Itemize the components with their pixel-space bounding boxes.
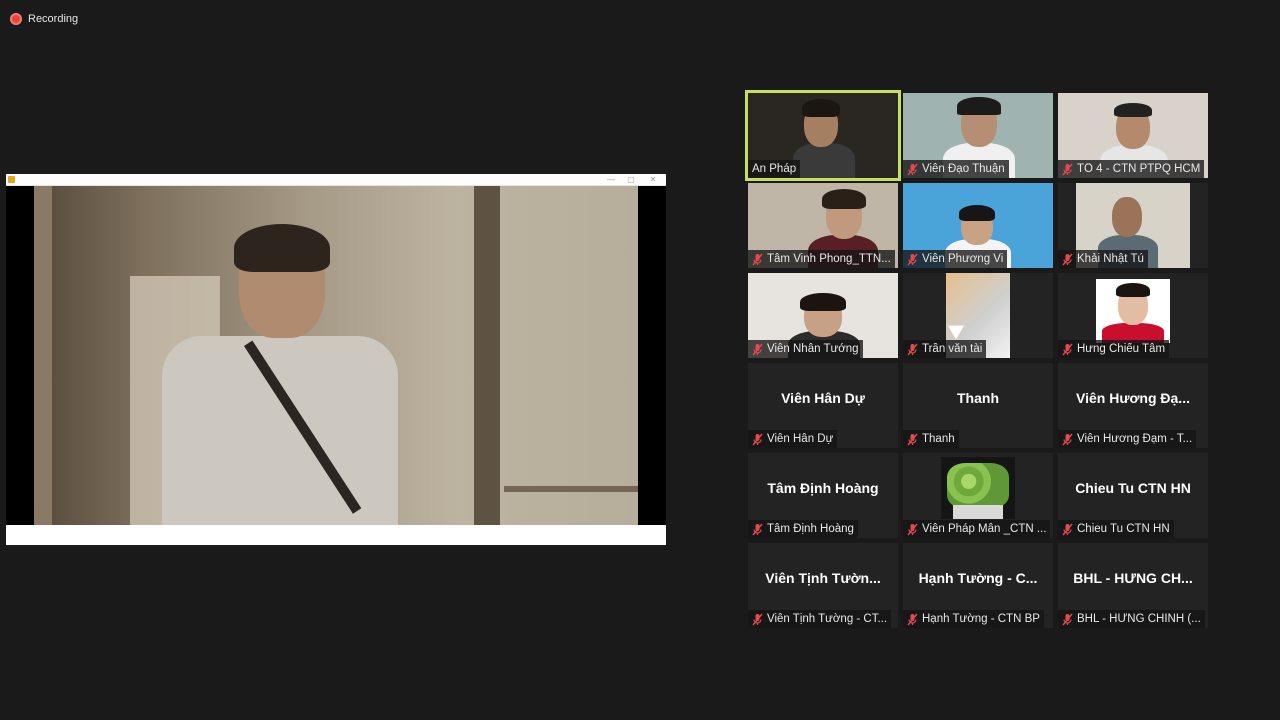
mic-muted-icon: [1062, 523, 1073, 536]
mic-muted-icon: [752, 523, 763, 536]
participant-name: Viên Hương Đạm - T...: [1077, 433, 1193, 445]
participant-name: Tâm Định Hoàng: [767, 523, 854, 535]
participant-name: TỔ 4 - CTN PTPQ HCM: [1077, 163, 1201, 175]
participant-name-label: Chieu Tu CTN HN: [1058, 520, 1174, 538]
shared-screen: — ▢ ✕: [6, 174, 666, 545]
video-frame: [34, 186, 638, 525]
participant-name: Thanh: [922, 433, 955, 445]
participant-name-label: Viên Tịnh Tường - CT...: [748, 610, 892, 628]
mic-muted-icon: [1062, 433, 1073, 446]
mic-muted-icon: [907, 433, 918, 446]
participant-name-label: Viên Hương Đạm - T...: [1058, 430, 1197, 448]
participant-tile[interactable]: Viên Đạo Thuận: [903, 93, 1053, 178]
participant-name: Khải Nhật Tú: [1077, 253, 1144, 265]
participant-tile[interactable]: Thanh Thanh: [903, 363, 1053, 448]
mic-muted-icon: [752, 343, 763, 356]
participant-tile[interactable]: BHL - HƯNG CH... BHL - HƯNG CHÍNH (...: [1058, 543, 1208, 628]
participant-name-label: Ân Pháp: [748, 160, 801, 178]
participant-name: Viên Nhân Tướng: [767, 343, 859, 355]
participant-name-label: Thanh: [903, 430, 959, 448]
participant-name-label: Khải Nhật Tú: [1058, 250, 1148, 268]
minimize-icon: —: [607, 175, 615, 184]
participant-name: Hưng Chiếu Tâm: [1077, 343, 1166, 355]
participant-tile[interactable]: Tâm Vinh Phong_TTN...: [748, 183, 898, 268]
mic-muted-icon: [752, 433, 763, 446]
mic-muted-icon: [1062, 343, 1073, 356]
shared-video[interactable]: [6, 186, 666, 525]
participant-name: Viên Hân Dự: [767, 433, 834, 445]
participant-name-label: Viên Hân Dự: [748, 430, 838, 448]
participant-name-label: BHL - HƯNG CHÍNH (...: [1058, 610, 1205, 628]
participant-name-label: Viên Nhân Tướng: [748, 340, 863, 358]
participant-name-label: Viên Đạo Thuận: [903, 160, 1009, 178]
participant-name-label: Viên Phương Vi: [903, 250, 1008, 268]
participant-name: Trần văn tài: [922, 343, 983, 355]
participant-tile[interactable]: Trần văn tài: [903, 273, 1053, 358]
participant-tile[interactable]: Ân Pháp: [745, 90, 901, 181]
participant-tile[interactable]: TỔ 4 - CTN PTPQ HCM: [1058, 93, 1208, 178]
participant-name-label: Tâm Vinh Phong_TTN...: [748, 250, 895, 268]
participant-display-name: Hạnh Tường - C...: [918, 569, 1038, 586]
participant-name: Hạnh Tường - CTN BP: [922, 613, 1040, 625]
participant-name-label: Tâm Định Hoàng: [748, 520, 858, 538]
participant-name: Chieu Tu CTN HN: [1077, 523, 1170, 535]
mic-muted-icon: [907, 163, 918, 176]
participant-name-label: TỔ 4 - CTN PTPQ HCM: [1058, 160, 1205, 178]
mic-muted-icon: [1062, 163, 1073, 176]
participant-name: Ân Pháp: [752, 163, 797, 175]
participant-display-name: Tâm Định Hoàng: [767, 479, 879, 496]
participant-name: Viên Pháp Mẫn _CTN ...: [922, 523, 1047, 535]
shared-window-bottom: [6, 525, 666, 545]
participant-tile[interactable]: Viên Hân Dự Viên Hân Dự: [748, 363, 898, 448]
mic-muted-icon: [907, 523, 918, 536]
mic-muted-icon: [752, 613, 763, 626]
participant-tile[interactable]: Hưng Chiếu Tâm: [1058, 273, 1208, 358]
participant-display-name: Viên Tịnh Tườn...: [765, 569, 881, 586]
participant-name: Viên Đạo Thuận: [922, 163, 1005, 175]
participant-display-name: Viên Hân Dự: [781, 389, 865, 406]
mic-muted-icon: [907, 613, 918, 626]
participant-name: Viên Tịnh Tường - CT...: [767, 613, 888, 625]
participant-tile[interactable]: Viên Tịnh Tườn... Viên Tịnh Tường - CT...: [748, 543, 898, 628]
participant-name: BHL - HƯNG CHÍNH (...: [1077, 613, 1201, 625]
participant-tile[interactable]: Viên Hương Đạ... Viên Hương Đạm - T...: [1058, 363, 1208, 448]
participant-tile[interactable]: Hạnh Tường - C... Hạnh Tường - CTN BP: [903, 543, 1053, 628]
window-app-icon: [8, 176, 15, 183]
participant-tile[interactable]: Viên Phương Vi: [903, 183, 1053, 268]
close-icon: ✕: [649, 175, 657, 184]
mic-muted-icon: [907, 343, 918, 356]
record-icon: [10, 13, 22, 25]
participant-display-name: BHL - HƯNG CH...: [1073, 569, 1193, 586]
shared-window-titlebar: — ▢ ✕: [6, 174, 666, 186]
participant-name-label: Trần văn tài: [903, 340, 987, 358]
maximize-icon: ▢: [627, 175, 635, 184]
participant-tile[interactable]: Viên Pháp Mẫn _CTN ...: [903, 453, 1053, 538]
participant-name-label: Hạnh Tường - CTN BP: [903, 610, 1044, 628]
participant-gallery: Ân Pháp Viên Đạo Thuận TỔ 4 - CTN PTPQ HCM…: [745, 90, 1208, 628]
participant-tile[interactable]: Khải Nhật Tú: [1058, 183, 1208, 268]
participant-name: Tâm Vinh Phong_TTN...: [767, 253, 891, 265]
mic-muted-icon: [1062, 613, 1073, 626]
participant-name-label: Hưng Chiếu Tâm: [1058, 340, 1170, 358]
participant-name: Viên Phương Vi: [922, 253, 1004, 265]
recording-label: Recording: [28, 13, 79, 25]
recording-indicator[interactable]: Recording: [10, 10, 78, 28]
participant-display-name: Viên Hương Đạ...: [1076, 389, 1190, 406]
participant-display-name: Thanh: [957, 389, 999, 406]
participant-display-name: Chieu Tu CTN HN: [1075, 479, 1191, 496]
participant-tile[interactable]: Chieu Tu CTN HN Chieu Tu CTN HN: [1058, 453, 1208, 538]
participant-name-label: Viên Pháp Mẫn _CTN ...: [903, 520, 1051, 538]
participant-tile[interactable]: Viên Nhân Tướng: [748, 273, 898, 358]
mic-muted-icon: [907, 253, 918, 266]
mic-muted-icon: [1062, 253, 1073, 266]
mic-muted-icon: [752, 253, 763, 266]
participant-tile[interactable]: Tâm Định Hoàng Tâm Định Hoàng: [748, 453, 898, 538]
